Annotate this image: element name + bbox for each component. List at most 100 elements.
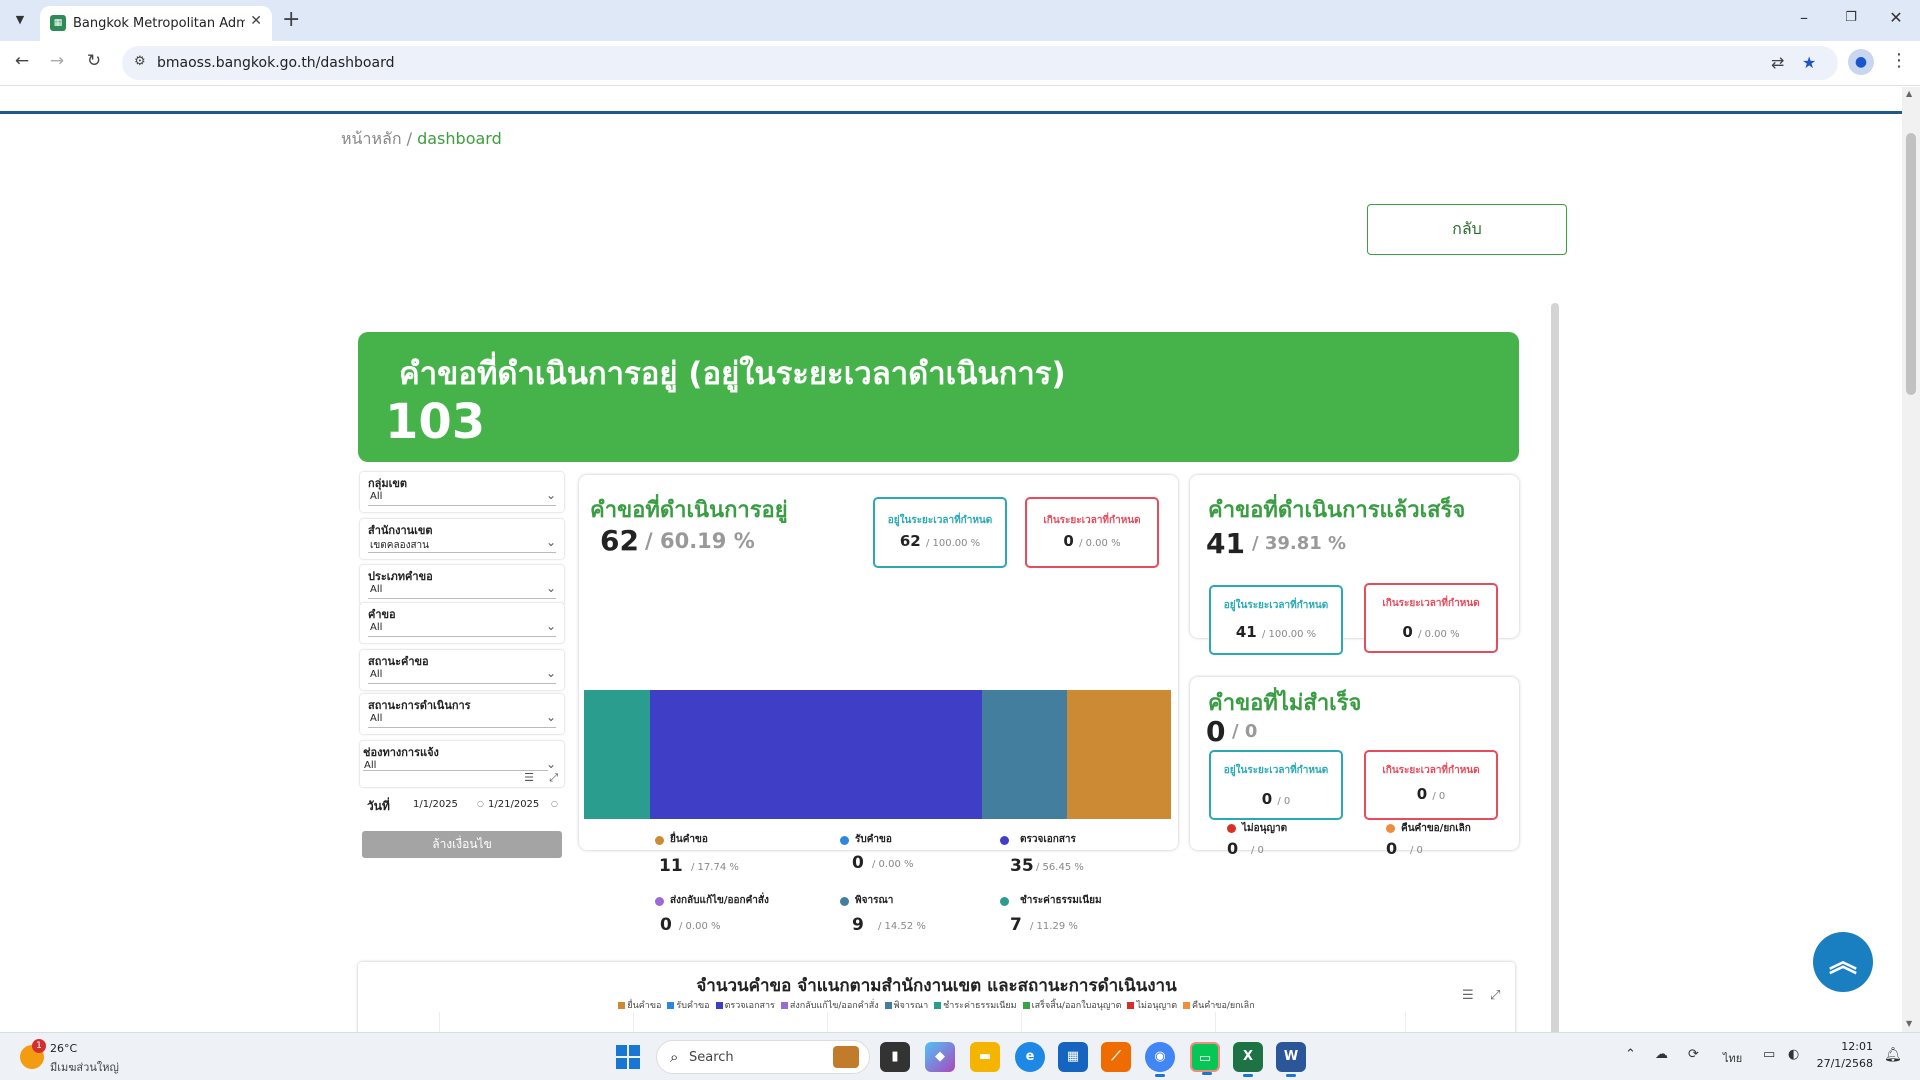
profile-avatar-icon[interactable]: ●: [1848, 49, 1874, 75]
expand-icon[interactable]: ⤢: [1490, 988, 1500, 1003]
restore-icon[interactable]: ❐: [1836, 10, 1866, 25]
line-app-icon[interactable]: ▭: [1190, 1042, 1220, 1075]
late-value: 0 / 0.00 %: [1027, 532, 1157, 550]
edge-browser-icon[interactable]: e: [1015, 1042, 1045, 1072]
legend-text: ไม่อนุญาต: [1136, 1001, 1178, 1011]
start-windows-icon[interactable]: [616, 1045, 640, 1069]
bar-segment-4[interactable]: [982, 690, 1067, 819]
chart-legend-item[interactable]: ยื่นคำขอ: [618, 998, 661, 1012]
content-scrollbar[interactable]: [1551, 303, 1559, 1032]
chevron-down-icon[interactable]: ⌄: [546, 535, 556, 549]
clear-filters-button[interactable]: ล้างเงื่อนไข: [362, 831, 562, 858]
scroll-down-icon[interactable]: ▼: [1906, 1019, 1912, 1028]
legend-label: ส่งกลับแก้ไข/ออกคำสั่ง: [670, 895, 769, 906]
clock-time[interactable]: 12:01: [1813, 1040, 1873, 1053]
chevron-down-icon[interactable]: ⌄: [546, 710, 556, 724]
filter-icon[interactable]: ☰: [524, 771, 534, 784]
filter-district-group[interactable]: กลุ่มเขต All ⌄: [360, 472, 564, 512]
browser-menu-icon[interactable]: ⋮: [1890, 50, 1908, 71]
chart-legend-item[interactable]: รับคำขอ: [667, 998, 710, 1012]
chart-legend-item[interactable]: ตรวจเอกสาร: [715, 998, 775, 1012]
weather-description[interactable]: มีเมฆส่วนใหญ่: [50, 1058, 119, 1076]
address-bar[interactable]: ⚙ bmaoss.bangkok.go.th/dashboard ⇄ ★: [122, 46, 1838, 80]
failed-late-box: เกินระยะเวลาที่กำหนด 0 / 0: [1364, 750, 1498, 820]
bar-segment-5[interactable]: [584, 690, 650, 819]
filter-request-status[interactable]: สถานะคำขอ All ⌄: [360, 650, 564, 690]
site-info-icon[interactable]: ⚙: [134, 54, 146, 69]
scroll-up-icon[interactable]: ▲: [1906, 89, 1912, 98]
legend-label: ชำระค่าธรรมเนียม: [1020, 895, 1102, 906]
banner-count: 103: [385, 394, 486, 450]
in-progress-late-box: เกินระยะเวลาที่กำหนด 0 / 0.00 %: [1025, 497, 1159, 568]
excel-icon[interactable]: X: [1233, 1042, 1263, 1077]
status-stacked-bar[interactable]: [584, 690, 1172, 819]
filter-district-office[interactable]: สำนักงานเขต เขตคลองสาน ⌄: [360, 519, 564, 559]
failed-title: คำขอที่ไม่สำเร็จ: [1208, 691, 1362, 716]
chrome-browser-icon[interactable]: ◉: [1145, 1042, 1175, 1077]
chart-legend-item[interactable]: ชำระค่าธรรมเนียม: [934, 998, 1017, 1012]
network-icon[interactable]: ▭: [1763, 1047, 1775, 1062]
filter-process-status[interactable]: สถานะการดำเนินการ All ⌄: [360, 694, 564, 734]
page-scrollbar[interactable]: ▲ ▼: [1902, 87, 1920, 1032]
notification-bell-icon[interactable]: 🔔︎: [1884, 1047, 1902, 1063]
bar-segment-0[interactable]: [1067, 690, 1171, 819]
chevron-down-icon[interactable]: ⌄: [546, 757, 556, 771]
task-view-icon[interactable]: ▮: [880, 1042, 910, 1072]
chevron-down-icon[interactable]: ⌄: [546, 488, 556, 502]
clock-date[interactable]: 27/1/2568: [1813, 1057, 1873, 1070]
file-explorer-icon[interactable]: ▬: [970, 1042, 1000, 1072]
bookmark-star-icon[interactable]: ★: [1802, 53, 1816, 72]
back-arrow-icon[interactable]: ←: [10, 51, 34, 71]
microsoft-store-icon[interactable]: ▦: [1058, 1042, 1088, 1072]
filter-request[interactable]: คำขอ All ⌄: [360, 603, 564, 643]
chart-legend-item[interactable]: คืนคำขอ/ยกเลิก: [1183, 998, 1255, 1012]
tray-chevron-icon[interactable]: ⌃: [1625, 1047, 1636, 1062]
chart-legend-item[interactable]: เสร็จสิ้น/ออกใบอนุญาต: [1022, 998, 1121, 1012]
grid-line: [633, 1012, 634, 1032]
bar-segment-2[interactable]: [650, 690, 982, 819]
expand-icon[interactable]: ⤢: [549, 771, 558, 785]
browser-tab[interactable]: ▦ Bangkok Metropolitan Administ ✕: [40, 6, 272, 41]
date-to-input[interactable]: 1/21/2025: [488, 799, 539, 810]
copilot-icon[interactable]: ◆: [925, 1042, 955, 1072]
chart-legend-item[interactable]: ไม่อนุญาต: [1127, 998, 1177, 1012]
breadcrumb-home[interactable]: หน้าหลัก: [341, 129, 402, 148]
translate-icon[interactable]: ⇄: [1771, 53, 1784, 72]
legend-swatch: [884, 1002, 892, 1009]
onedrive-off-icon[interactable]: ☁: [1655, 1047, 1668, 1062]
filter-report-channel[interactable]: ช่องทางการแจ้ง All ⌄ ☰ ⤢: [360, 741, 564, 787]
chevron-down-icon[interactable]: ⌄: [546, 619, 556, 633]
legend-swatch: [667, 1002, 675, 1009]
on-time-label: อยู่ในระยะเวลาที่กำหนด: [1223, 600, 1329, 611]
filter-icon[interactable]: ☰: [1462, 988, 1474, 1003]
chart-legend-item[interactable]: พิจารณา: [884, 998, 928, 1012]
scrollbar-thumb[interactable]: [1906, 133, 1916, 395]
filter-request-type[interactable]: ประเภทคำขอ All ⌄: [360, 565, 564, 605]
late-count: 0: [1416, 785, 1428, 803]
close-tab-icon[interactable]: ✕: [250, 13, 262, 29]
url-text[interactable]: bmaoss.bangkok.go.th/dashboard: [157, 55, 394, 71]
chevron-down-icon[interactable]: ⌄: [546, 581, 556, 595]
date-from-input[interactable]: 1/1/2025: [413, 799, 458, 810]
scroll-to-top-button[interactable]: ︽: [1813, 932, 1873, 992]
reload-icon[interactable]: ↻: [82, 51, 106, 71]
language-indicator[interactable]: ไทย: [1723, 1049, 1742, 1067]
on-time-percent: / 0: [1277, 796, 1291, 807]
legend-text: คืนคำขอ/ยกเลิก: [1192, 1001, 1255, 1011]
forward-arrow-icon[interactable]: →: [45, 51, 69, 71]
back-button[interactable]: กลับ: [1367, 204, 1567, 255]
volume-icon[interactable]: ◐: [1788, 1047, 1799, 1062]
weather-temperature[interactable]: 26°C: [50, 1042, 77, 1055]
tab-search-chevron-icon[interactable]: ▼: [8, 8, 32, 32]
close-window-icon[interactable]: ✕: [1881, 8, 1911, 27]
legend-swatch: [934, 1002, 942, 1009]
new-tab-icon[interactable]: +: [282, 7, 300, 33]
word-icon[interactable]: W: [1276, 1042, 1306, 1077]
chevron-down-icon[interactable]: ⌄: [546, 666, 556, 680]
chart-legend-item[interactable]: ส่งกลับแก้ไข/ออกคำสั่ง: [780, 998, 879, 1012]
on-time-value: 62 / 100.00 %: [875, 532, 1005, 550]
sync-icon[interactable]: ⟳: [1688, 1047, 1699, 1062]
taskbar-search[interactable]: ⌕ Search: [656, 1040, 870, 1074]
minimize-icon[interactable]: –: [1789, 8, 1819, 27]
app-orange-icon[interactable]: ⟋: [1101, 1042, 1131, 1072]
